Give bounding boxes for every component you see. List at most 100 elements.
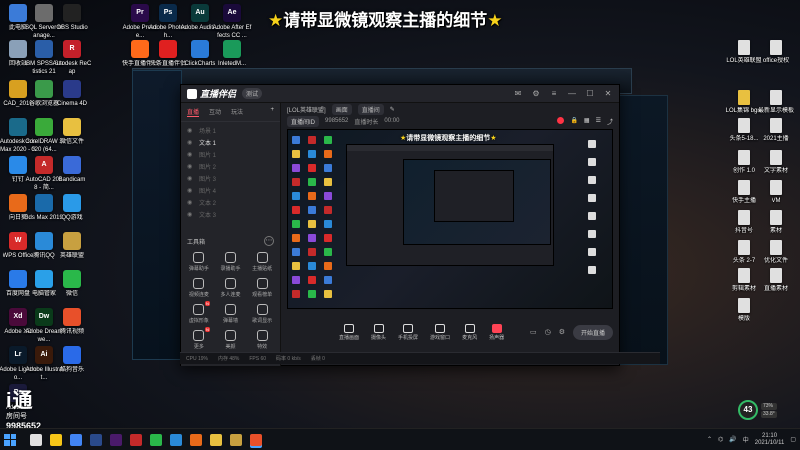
desktop-icon[interactable]: InletedM... (212, 40, 252, 68)
lock-icon[interactable]: 🔒 (570, 117, 577, 126)
source-button[interactable]: 直播画面 (339, 323, 359, 341)
folder-taskbar-icon[interactable] (210, 433, 222, 446)
desktop-icon[interactable]: 微信文件 (52, 118, 92, 146)
toolbox-item[interactable]: 弹幕墙 (215, 304, 247, 324)
minimize-icon[interactable]: — (567, 89, 577, 98)
wechat-taskbar-icon[interactable] (150, 433, 162, 446)
list-icon[interactable]: ☰ (596, 117, 601, 126)
gear-icon[interactable]: ⚙ (559, 328, 565, 336)
desktop-file[interactable]: 模版 (724, 298, 764, 323)
desktop-icon[interactable]: R Autodesk ReCap (52, 40, 92, 76)
app2-taskbar-icon[interactable] (190, 433, 202, 446)
desktop-file[interactable]: 文字素材 (756, 150, 796, 175)
source-item[interactable]: ◉ 图片 4 (181, 184, 280, 196)
source-button[interactable]: 麦克风 (462, 323, 477, 341)
pr-taskbar-icon[interactable] (110, 433, 122, 446)
qq-taskbar-icon[interactable] (170, 433, 182, 446)
toolbox-item[interactable]: 主播贴纸 (246, 252, 278, 272)
message-icon[interactable]: ✉ (513, 89, 523, 98)
eye-icon[interactable]: ◉ (187, 187, 195, 194)
desktop-icon[interactable]: 酷狗音乐 (52, 346, 92, 374)
room-button[interactable]: 直播间 (357, 103, 384, 115)
eye-icon[interactable]: ◉ (187, 127, 195, 134)
network-icon[interactable]: ⌬ (718, 436, 723, 443)
start-live-button[interactable]: 开始直播 (572, 324, 613, 340)
source-item[interactable]: ◉ 文本 3 (181, 208, 280, 220)
desktop-file[interactable]: VM (756, 180, 796, 205)
add-source-button[interactable]: + (270, 107, 274, 117)
desktop-icon[interactable]: Cinema 4D (52, 80, 92, 108)
chevron-up-icon[interactable]: ⌃ (707, 436, 712, 443)
close-icon[interactable]: ✕ (603, 89, 613, 98)
desktop-icon[interactable]: 微信 (52, 270, 92, 298)
ps-taskbar-icon[interactable] (90, 433, 102, 446)
desktop-icon[interactable]: QQ游戏 (52, 194, 92, 222)
performance-widget[interactable]: 43 73% 33.8° (738, 400, 777, 420)
menu-icon[interactable]: ≡ (549, 89, 559, 98)
maximize-icon[interactable]: ☐ (585, 89, 595, 98)
toolbox-item[interactable]: 视频连麦 (183, 278, 215, 298)
picture-button[interactable]: 画面 (331, 103, 352, 115)
source-item[interactable]: ◉ 图片 2 (181, 160, 280, 172)
desktop-icon[interactable]: OBS Studio (52, 4, 92, 32)
desktop-icon[interactable]: 英雄联盟 (52, 232, 92, 260)
desktop-file[interactable]: 优化文件 (756, 240, 796, 265)
source-item[interactable]: ◉ 图片 1 (181, 148, 280, 160)
toolbox-item[interactable]: N 更多 (183, 327, 215, 350)
toolbox-item[interactable]: 弹幕助手 (183, 252, 215, 272)
tab-play[interactable]: 玩法 (231, 107, 243, 117)
start-menu-icon[interactable] (4, 433, 16, 446)
source-button[interactable]: 扬声器 (489, 323, 504, 341)
source-item[interactable]: ◉ 文本 1 (181, 136, 280, 148)
source-item[interactable]: ◉ 文本 2 (181, 196, 280, 208)
eye-icon[interactable]: ◉ (187, 163, 195, 170)
source-item[interactable]: ◉ 场景 1 (181, 124, 280, 136)
stream-taskbar-icon[interactable] (250, 433, 262, 446)
eye-icon[interactable]: ◉ (187, 211, 195, 218)
tab-interact[interactable]: 互动 (209, 107, 221, 117)
grid-icon[interactable]: ▦ (584, 117, 590, 126)
desktop-file[interactable]: 直播素材 (756, 268, 796, 293)
source-button[interactable]: 游戏窗口 (430, 323, 450, 341)
volume-icon[interactable]: 🔊 (729, 436, 736, 443)
settings-icon[interactable]: ⚙ (531, 89, 541, 98)
title-bar[interactable]: 直播伴侣 测试 ✉ ⚙ ≡ — ☐ ✕ (181, 85, 619, 103)
eye-icon[interactable]: ◉ (187, 199, 195, 206)
search-icon[interactable] (30, 433, 42, 446)
desktop-file[interactable]: office授权 (756, 40, 796, 65)
timer-icon[interactable]: ◷ (545, 328, 551, 336)
record-icon[interactable]: ▭ (530, 328, 537, 336)
ime-icon[interactable]: 中 (743, 435, 749, 444)
source-button[interactable]: 摄像头 (371, 323, 386, 341)
desktop-icon[interactable]: Ae Adobe After Effects CC ... (212, 4, 252, 40)
share-icon[interactable]: ⤴ (607, 117, 613, 126)
app-taskbar-icon[interactable] (130, 433, 142, 446)
tab-live[interactable]: 直播 (187, 107, 200, 117)
toolbox-item[interactable]: 观看榜单 (246, 278, 278, 298)
toolbox-item[interactable]: 歌词显示 (246, 304, 278, 324)
desktop-file[interactable]: 2021主播 (756, 118, 796, 143)
eye-icon[interactable]: ◉ (187, 139, 195, 146)
more-icon[interactable]: ⋯ (264, 236, 274, 246)
toolbox-item[interactable]: 录播助手 (215, 252, 247, 272)
notification-icon[interactable]: ▢ (790, 436, 796, 443)
chrome-taskbar-icon[interactable] (70, 433, 82, 446)
source-button[interactable]: 手机投屏 (398, 323, 418, 341)
toolbox-item[interactable]: 特效 (246, 330, 278, 350)
desktop-file[interactable]: 素材 (756, 210, 796, 235)
live-companion-window[interactable]: 直播伴侣 测试 ✉ ⚙ ≡ — ☐ ✕ 直播 互动 玩法 + ◉ 场景 1 ◉ 文本 … (180, 84, 620, 366)
toolbox-item[interactable]: 美颜 (215, 330, 247, 350)
edit-icon[interactable]: ✎ (390, 106, 395, 113)
eye-icon[interactable]: ◉ (187, 151, 195, 158)
desktop-icon[interactable]: Bandicam (52, 156, 92, 184)
stream-preview[interactable]: ★请带显微镜观察主播的细节★ (287, 129, 613, 309)
eye-icon[interactable]: ◉ (187, 175, 195, 182)
desktop-icon[interactable]: 腾讯视频 (52, 308, 92, 336)
toolbox-item[interactable]: N 虚拟形象 (183, 301, 215, 324)
clock[interactable]: 21:10 2021/10/11 (755, 433, 785, 447)
toolbox-item[interactable]: 多人连麦 (215, 278, 247, 298)
file-explorer-icon[interactable] (50, 433, 62, 446)
source-item[interactable]: ◉ 图片 3 (181, 172, 280, 184)
lol-taskbar-icon[interactable] (230, 433, 242, 446)
desktop-file[interactable]: 最新显示模板 (756, 90, 796, 115)
